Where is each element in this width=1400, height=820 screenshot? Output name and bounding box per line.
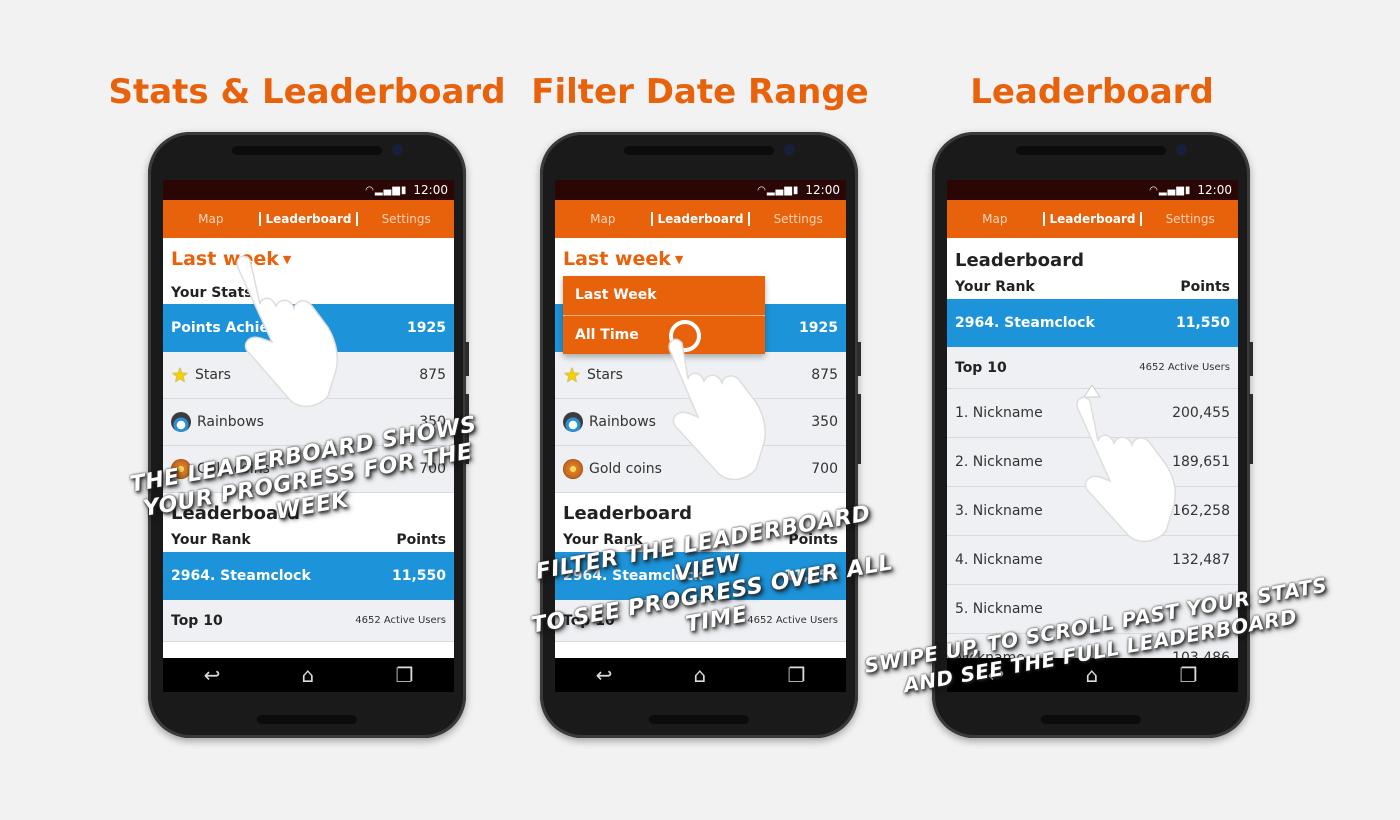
tab-map[interactable]: Map (555, 212, 651, 226)
user-rank: 2964. Steamclock (171, 568, 311, 584)
signal-battery-icon: ◠▂▄▆▮ (757, 184, 800, 196)
rainbow-icon (563, 412, 583, 432)
active-users: 4652 Active Users (355, 615, 446, 626)
stat-label: Rainbows (197, 414, 264, 430)
status-bar: ◠▂▄▆▮ 12:00 (555, 180, 846, 200)
nav-bar: ↩ ⌂ ❐ (555, 658, 846, 692)
stat-value: 875 (811, 367, 838, 383)
home-icon[interactable]: ⌂ (1086, 663, 1099, 687)
user-points: 11,550 (1175, 315, 1230, 331)
caret-down-icon: ▼ (674, 253, 684, 266)
status-time: 12:00 (413, 183, 448, 197)
camera-icon (392, 144, 403, 155)
panel-title-leaderboard: Leaderboard (970, 72, 1214, 112)
tab-leaderboard[interactable]: Leaderboard (258, 212, 359, 226)
user-points: 11,550 (391, 568, 446, 584)
tab-map[interactable]: Map (163, 212, 259, 226)
entry-name: 2. Nickname (955, 454, 1043, 470)
user-rank: 2964. Steamclock (955, 315, 1095, 331)
recents-icon[interactable]: ❐ (1179, 663, 1197, 687)
entry-name: 5. Nickname (955, 601, 1043, 617)
volume-button (857, 394, 861, 464)
entry-name: 4. Nickname (955, 552, 1043, 568)
volume-button (1249, 394, 1253, 464)
home-icon[interactable]: ⌂ (694, 663, 707, 687)
entry-name: 3. Nickname (955, 503, 1043, 519)
tab-leaderboard[interactable]: Leaderboard (1042, 212, 1143, 226)
panel-title-stats: Stats & Leaderboard (108, 72, 506, 112)
camera-icon (1176, 144, 1187, 155)
user-rank-row: 2964. Steamclock 11,550 (947, 299, 1238, 347)
stat-value: 350 (811, 414, 838, 430)
menu-item-last-week[interactable]: Last Week (563, 276, 765, 315)
recents-icon[interactable]: ❐ (395, 663, 413, 687)
points-header: Points (1180, 279, 1230, 295)
top10-label: Top 10 (955, 359, 1007, 376)
signal-battery-icon: ◠▂▄▆▮ (1149, 184, 1192, 196)
top10-header: Top 10 4652 Active Users (947, 347, 1238, 389)
stat-value: 875 (419, 367, 446, 383)
tab-settings[interactable]: Settings (1142, 212, 1238, 226)
recents-icon[interactable]: ❐ (787, 663, 805, 687)
entry-points: 103,486 (1172, 650, 1230, 658)
speaker-grille-bottom (1041, 715, 1141, 724)
entry-name: 1. Nickname (955, 405, 1043, 421)
tab-bar: Map Leaderboard Settings (947, 200, 1238, 238)
power-button (1249, 342, 1253, 376)
camera-icon (784, 144, 795, 155)
tab-bar: Map Leaderboard Settings (555, 200, 846, 238)
user-rank-row: 2964. Steamclock 11,550 (163, 552, 454, 600)
power-button (857, 342, 861, 376)
signal-battery-icon: ◠▂▄▆▮ (365, 184, 408, 196)
back-icon[interactable]: ↩ (596, 663, 613, 687)
speaker-grille (624, 146, 774, 155)
tab-leaderboard[interactable]: Leaderboard (650, 212, 751, 226)
active-users: 4652 Active Users (1139, 362, 1230, 373)
power-button (465, 342, 469, 376)
star-icon: ★ (171, 363, 189, 387)
swipe-hand-icon (1076, 385, 1176, 543)
status-time: 12:00 (805, 183, 840, 197)
speaker-grille (1016, 146, 1166, 155)
tap-hand-icon (236, 255, 338, 408)
status-time: 12:00 (1197, 183, 1232, 197)
tab-settings[interactable]: Settings (750, 212, 846, 226)
top10-label: Top 10 (171, 612, 223, 629)
points-value: 1925 (799, 320, 838, 336)
status-bar: ◠▂▄▆▮ 12:00 (947, 180, 1238, 200)
tab-settings[interactable]: Settings (358, 212, 454, 226)
status-bar: ◠▂▄▆▮ 12:00 (163, 180, 454, 200)
back-icon[interactable]: ↩ (204, 663, 221, 687)
tab-bar: Map Leaderboard Settings (163, 200, 454, 238)
star-icon: ★ (563, 363, 581, 387)
date-filter-label: Last week (563, 248, 671, 270)
entry-points: 132,487 (1172, 552, 1230, 568)
home-icon[interactable]: ⌂ (302, 663, 315, 687)
tap-hand-icon (668, 338, 766, 481)
your-rank-label: Your Rank (955, 279, 1035, 295)
rank-header: Your Rank Points (947, 275, 1238, 299)
stat-value: 700 (811, 461, 838, 477)
stat-label: Rainbows (589, 414, 656, 430)
rainbow-icon (171, 412, 191, 432)
top10-header: Top 10 4652 Active Users (163, 600, 454, 642)
speaker-grille (232, 146, 382, 155)
tab-map[interactable]: Map (947, 212, 1043, 226)
speaker-grille-bottom (649, 715, 749, 724)
panel-title-filter: Filter Date Range (531, 72, 869, 112)
nav-bar: ↩ ⌂ ❐ (163, 658, 454, 692)
speaker-grille-bottom (257, 715, 357, 724)
points-header: Points (396, 532, 446, 548)
stat-label: Stars (586, 367, 623, 383)
leaderboard-heading: Leaderboard (955, 250, 1084, 271)
gold-coin-icon (563, 459, 583, 479)
points-value: 1925 (407, 320, 446, 336)
